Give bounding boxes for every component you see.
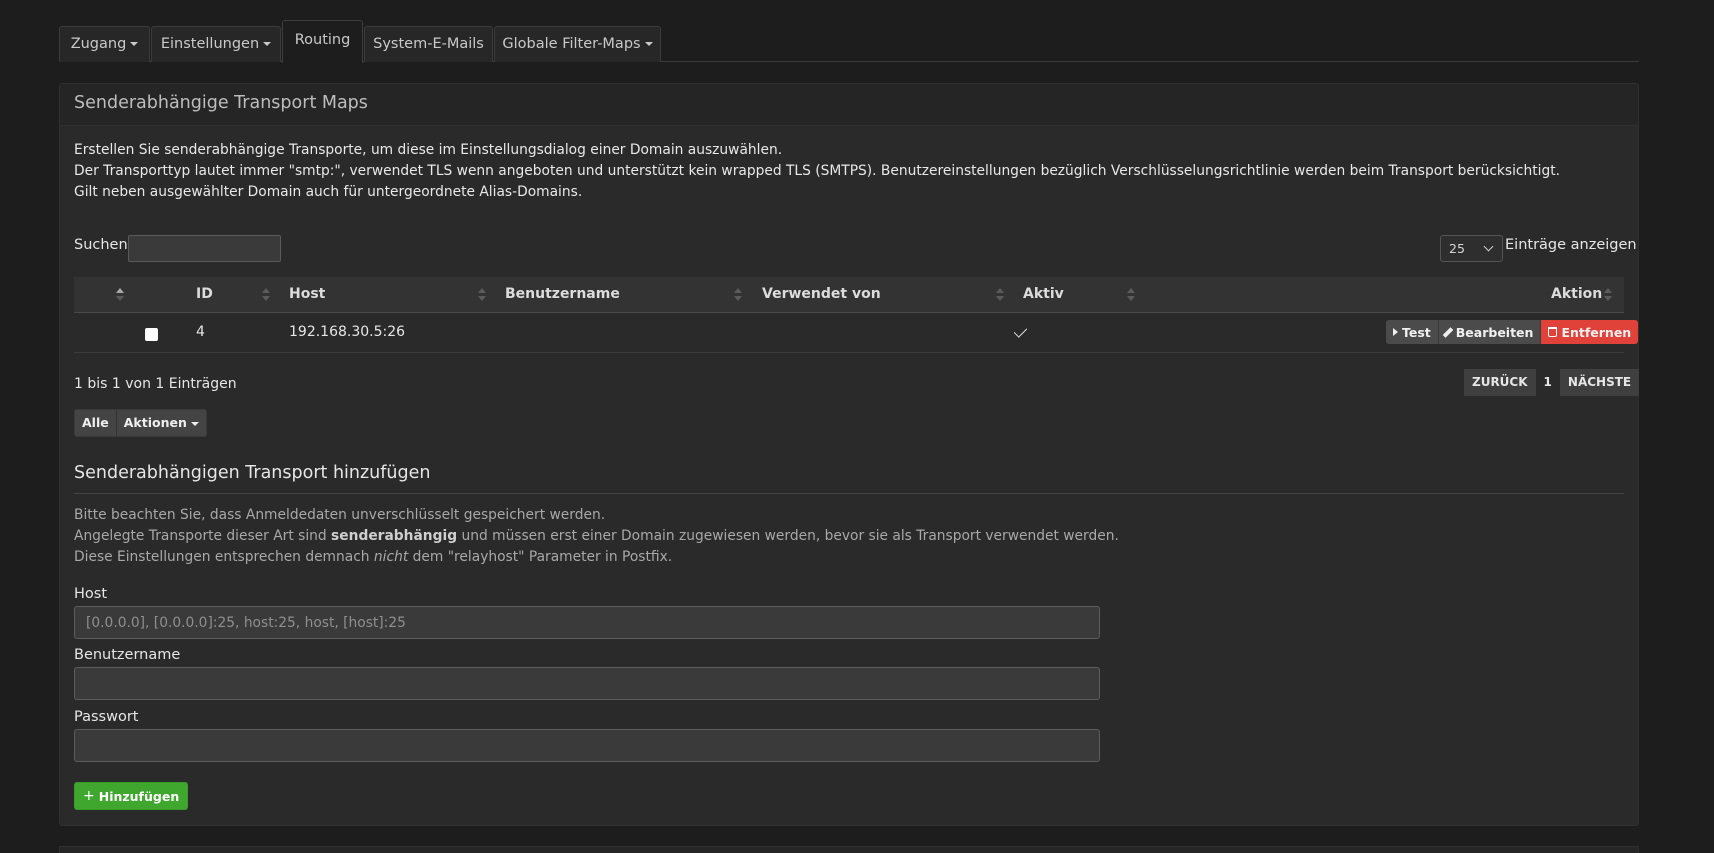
divider [74, 493, 1624, 494]
remove-button[interactable]: Entfernen [1541, 320, 1639, 344]
sort-icon[interactable] [116, 288, 124, 302]
tab-globale-filter-maps[interactable]: Globale Filter-Maps [494, 26, 661, 62]
table-header: ID Host Benutzername Verwendet von Aktiv… [74, 277, 1624, 313]
add-transport-title: Senderabhängigen Transport hinzufügen [74, 463, 431, 483]
column-benutzername[interactable]: Benutzername [505, 286, 620, 302]
column-aktiv[interactable]: Aktiv [1023, 286, 1064, 302]
tab-label: Einstellungen [160, 36, 260, 52]
test-label: Test [1402, 324, 1431, 340]
note-text: dem "relayhost" Parameter in Postfix. [408, 549, 673, 565]
search-input[interactable] [128, 235, 281, 262]
note-text: Diese Einstellungen entsprechen demnach [74, 549, 374, 565]
add-button[interactable]: + Hinzufügen [74, 782, 189, 810]
note-line-1: Bitte beachten Sie, dass Anmeldedaten un… [74, 507, 606, 523]
note-text: Angelegte Transporte dieser Art sind [74, 528, 332, 544]
edit-label: Bearbeiten [1455, 324, 1534, 340]
sort-icon [1604, 288, 1612, 302]
page-1-button[interactable]: 1 [1535, 369, 1560, 396]
bulk-actions: Alle Aktionen [74, 409, 207, 437]
note-text: und müssen erst einer Domain zugewiesen … [457, 528, 1119, 544]
note-bold: senderabhängig [331, 528, 458, 544]
row-action-buttons: Test Bearbeiten Entfernen [1386, 320, 1639, 344]
row-checkbox[interactable] [145, 328, 158, 341]
test-button[interactable]: Test [1386, 320, 1439, 344]
sort-icon[interactable] [1127, 288, 1135, 302]
next-page-button[interactable]: NÄCHSTE [1559, 369, 1640, 396]
select-all-button[interactable]: Alle [75, 410, 116, 436]
pencil-icon [1442, 326, 1454, 338]
play-icon [1393, 328, 1398, 336]
column-aktion: Aktion [1551, 286, 1603, 302]
sort-icon[interactable] [262, 288, 270, 302]
panel-header: Senderabhängige Transport Maps [60, 84, 1638, 126]
password-input[interactable] [74, 729, 1100, 762]
column-host[interactable]: Host [289, 286, 325, 302]
host-input[interactable] [74, 606, 1100, 639]
page-length-select[interactable]: 25 [1440, 235, 1503, 262]
caret-down-icon [130, 42, 139, 46]
tab-einstellungen[interactable]: Einstellungen [151, 26, 281, 62]
trash-icon [1548, 327, 1558, 337]
nav-tabs: Zugang Einstellungen Routing System-E-Ma… [59, 20, 1639, 63]
page-length-label: Einträge anzeigen [1505, 237, 1637, 253]
tab-label: System-E-Mails [373, 36, 484, 52]
column-verwendet-von[interactable]: Verwendet von [762, 286, 881, 302]
edit-button[interactable]: Bearbeiten [1438, 320, 1542, 344]
username-label: Benutzername [74, 647, 181, 663]
note-line-3: Diese Einstellungen entsprechen demnach … [74, 549, 672, 565]
tab-label: Globale Filter-Maps [502, 36, 641, 52]
column-id[interactable]: ID [196, 286, 213, 302]
tab-zugang[interactable]: Zugang [59, 26, 150, 62]
tab-routing[interactable]: Routing [282, 20, 363, 63]
tab-system-emails[interactable]: System-E-Mails [364, 26, 493, 62]
description-line-2: Der Transporttyp lautet immer "smtp:", v… [74, 163, 1561, 179]
plus-icon: + [83, 788, 95, 804]
add-label: Hinzufügen [98, 788, 180, 804]
page-length-value: 25 [1449, 241, 1465, 256]
description-line-1: Erstellen Sie senderabhängige Transporte… [74, 142, 783, 158]
remove-label: Entfernen [1561, 324, 1632, 340]
caret-down-icon [263, 42, 272, 46]
note-italic: nicht [373, 549, 409, 565]
search-label: Suchen [74, 237, 128, 253]
username-input[interactable] [74, 667, 1100, 700]
note-line-2: Angelegte Transporte dieser Art sind sen… [74, 528, 1119, 544]
transport-maps-panel: Senderabhängige Transport Maps Erstellen… [59, 83, 1640, 826]
actions-dropdown[interactable]: Aktionen [115, 410, 206, 436]
caret-down-icon [190, 421, 199, 426]
sort-icon[interactable] [996, 288, 1004, 302]
panel-title: Senderabhängige Transport Maps [74, 93, 368, 113]
caret-down-icon [644, 42, 653, 46]
description-line-3: Gilt neben ausgewählter Domain auch für … [74, 184, 583, 200]
tab-label: Zugang [70, 36, 127, 52]
chevron-down-icon [1483, 241, 1494, 252]
password-label: Passwort [74, 709, 139, 725]
tab-label: Routing [294, 32, 351, 48]
cell-host: 192.168.30.5:26 [289, 324, 406, 340]
next-panel-edge [59, 846, 1639, 853]
pagination: ZURÜCK 1 NÄCHSTE [1464, 369, 1640, 396]
check-icon [1013, 324, 1028, 338]
actions-label: Aktionen [123, 415, 187, 430]
table-info: 1 bis 1 von 1 Einträgen [74, 376, 237, 392]
host-label: Host [74, 586, 108, 602]
table-row: 4 192.168.30.5:26 Test Bearbeiten Entfer… [74, 313, 1639, 353]
prev-page-button[interactable]: ZURÜCK [1464, 369, 1536, 396]
cell-id: 4 [196, 324, 205, 340]
sort-icon[interactable] [734, 288, 742, 302]
sort-icon[interactable] [478, 288, 486, 302]
